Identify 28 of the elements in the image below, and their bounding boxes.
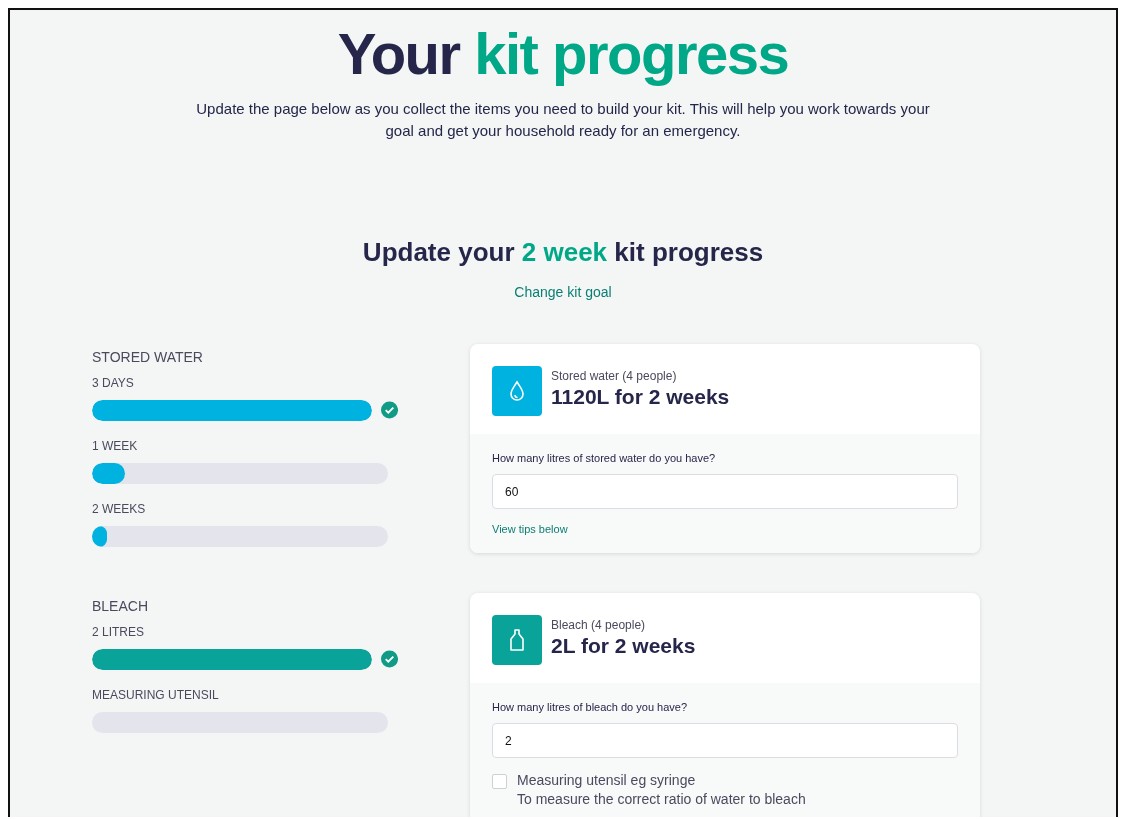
- bottle-icon: [507, 628, 527, 652]
- input-field[interactable]: 60: [492, 474, 958, 509]
- card-subtitle: Bleach (4 people): [551, 618, 647, 632]
- category-title: STORED WATER: [92, 348, 204, 366]
- checkbox[interactable]: [492, 774, 507, 789]
- field-label: How many litres of stored water do you have?: [492, 452, 717, 464]
- heading-part: kit progress: [614, 237, 764, 267]
- card-heading: 2L for 2 weeks: [551, 634, 696, 658]
- intro-text: Update the page below as you collect the items you need to build your kit. This will help you work towards your goal and get your household ready for an emergency.: [195, 99, 931, 141]
- view-tips-link[interactable]: View tips below: [492, 523, 568, 535]
- heading-part: Update your: [362, 237, 515, 267]
- field-label: How many litres of bleach do you have?: [492, 701, 689, 713]
- water-drop-icon: [507, 380, 527, 402]
- heading-part: 2 week: [521, 237, 608, 267]
- checkbox-description: To measure the correct ratio of water to bleach: [517, 791, 806, 807]
- change-kit-goal-link[interactable]: Change kit goal: [514, 284, 612, 300]
- progress-label: 2 LITRES: [92, 624, 146, 640]
- progress-label: 3 DAYS: [92, 375, 135, 391]
- heading-part: kit progress: [474, 21, 789, 86]
- progress-label: 2 WEEKS: [92, 501, 147, 517]
- category-title: BLEACH: [92, 597, 150, 615]
- input-field[interactable]: 2: [492, 723, 958, 758]
- progress-label: 1 WEEK: [92, 438, 139, 454]
- checkbox-label: Measuring utensil eg syringe: [517, 772, 697, 788]
- heading-part: Your: [337, 21, 460, 86]
- card-subtitle: Stored water (4 people): [551, 369, 678, 383]
- progress-label: MEASURING UTENSIL: [92, 687, 220, 703]
- card-heading: 1120L for 2 weeks: [551, 385, 730, 409]
